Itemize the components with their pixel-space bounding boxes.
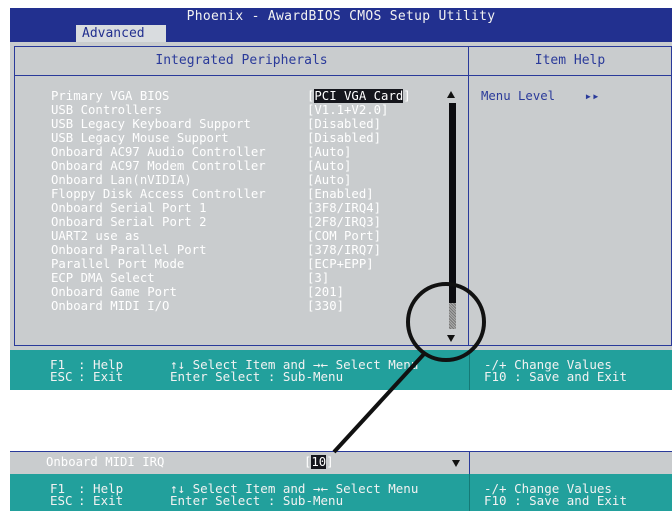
zoom-callout: [332, 282, 486, 454]
callout-circle: [406, 282, 486, 362]
callout-line: [332, 352, 426, 454]
